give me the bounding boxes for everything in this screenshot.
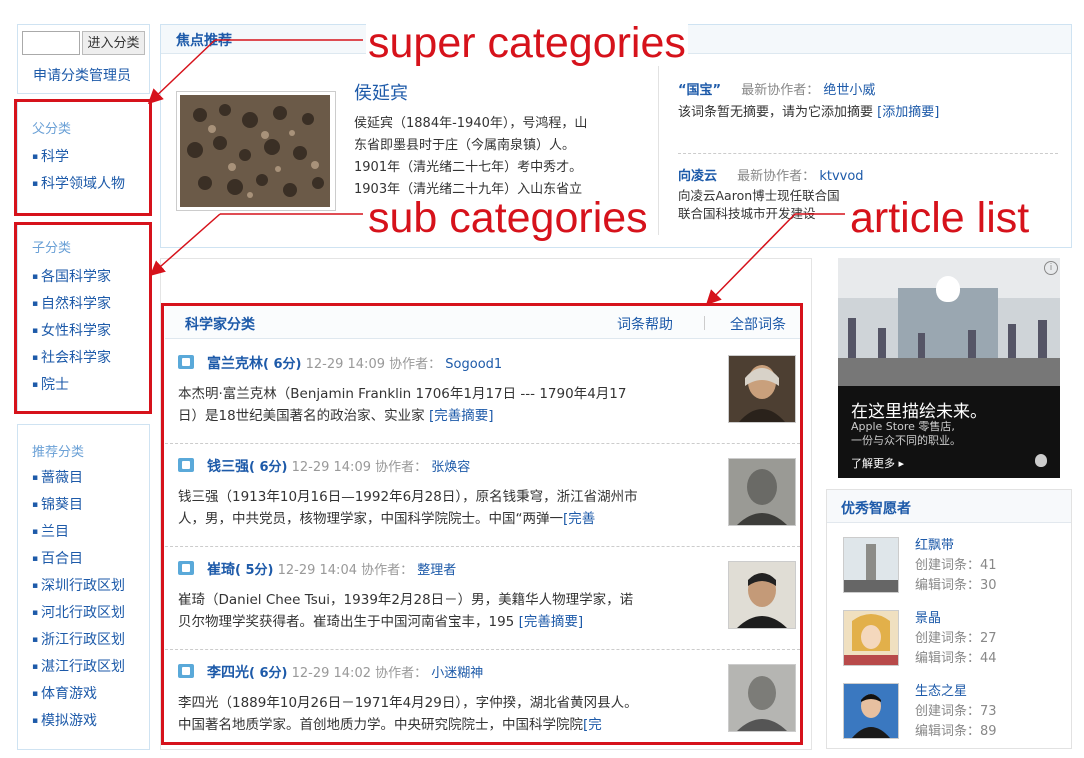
volunteer-name-link[interactable]: 景晶 xyxy=(915,609,997,629)
featured-summary-line: 东省即墨县时于庄（今属南泉镇）人。 xyxy=(354,138,576,153)
collaborator-label: 最新协作者： xyxy=(737,169,816,184)
add-summary-link[interactable]: [添加摘要] xyxy=(877,105,939,120)
created-count: 73 xyxy=(980,704,997,719)
article-list-annotation: article list xyxy=(848,194,1032,242)
volunteer-avatar[interactable] xyxy=(843,537,899,593)
featured-summary-line: 1901年（清光绪二十七年）考中秀才。 xyxy=(354,160,583,175)
super-categories-highlight-box xyxy=(14,99,152,216)
ad-info-icon[interactable]: i xyxy=(1044,261,1058,275)
collaborator-link[interactable]: 绝世小威 xyxy=(823,83,875,98)
ad-learn-more-link[interactable]: 了解更多 ▸ xyxy=(851,455,904,471)
recommended-category-item[interactable]: 深圳行政区划 xyxy=(32,573,125,600)
edited-count: 89 xyxy=(980,724,997,739)
volunteer-name-link[interactable]: 生态之星 xyxy=(915,682,997,702)
sub-categories-highlight-box xyxy=(14,222,152,414)
super-categories-annotation: super categories xyxy=(366,19,688,67)
recommended-category-item[interactable]: 兰目 xyxy=(32,519,125,546)
recommended-category-item[interactable]: 浙江行政区划 xyxy=(32,627,125,654)
volunteers-title: 优秀智愿者 xyxy=(841,501,911,517)
enter-category-button[interactable]: 进入分类 xyxy=(82,31,145,55)
volunteer-avatar[interactable] xyxy=(843,610,899,666)
featured-side-item-title[interactable]: “国宝” xyxy=(678,83,721,98)
apple-store-ad[interactable]: i 在这里描绘未来。 Apple Store 零售店, 一份与众不同的职业。 了… xyxy=(838,258,1060,478)
featured-title: 焦点推荐 xyxy=(176,33,232,49)
featured-side-item-summary: 该词条暂无摘要，请为它添加摘要 [添加摘要] xyxy=(678,105,940,120)
sidebar-search-panel: 进入分类 申请分类管理员 xyxy=(17,24,150,94)
article-list-highlight-box xyxy=(161,303,803,745)
recommended-categories-title: 推荐分类 xyxy=(32,445,85,460)
featured-side-item-title[interactable]: 向凌云 xyxy=(678,169,717,184)
volunteer-info: 景晶 创建词条：27 编辑词条：44 xyxy=(915,609,997,666)
featured-side-item: 向凌云 最新协作者： ktvvod xyxy=(678,165,864,184)
collaborator-link[interactable]: ktvvod xyxy=(819,169,863,184)
ad-subtext: Apple Store 零售店, 一份与众不同的职业。 xyxy=(851,420,961,447)
volunteer-avatar[interactable] xyxy=(843,683,899,739)
category-search-input[interactable] xyxy=(22,31,80,55)
featured-summary-line: 侯延宾（1884年-1940年），号鸿程，山 xyxy=(354,116,588,131)
edited-count: 30 xyxy=(980,578,997,593)
recommended-category-item[interactable]: 锦葵目 xyxy=(32,492,125,519)
recommended-category-item[interactable]: 河北行政区划 xyxy=(32,600,125,627)
recommended-category-item[interactable]: 模拟游戏 xyxy=(32,708,125,735)
ad-headline: 在这里描绘未来。 xyxy=(851,402,987,422)
ad-apple-logo-icon xyxy=(936,276,960,302)
featured-divider xyxy=(658,65,659,235)
recommended-category-item[interactable]: 蔷薇目 xyxy=(32,465,125,492)
featured-side-item: “国宝” 最新协作者： 绝世小威 xyxy=(678,79,875,98)
volunteer-info: 红飘带 创建词条：41 编辑词条：30 xyxy=(915,536,997,593)
featured-photo-frame xyxy=(176,91,336,211)
recommended-categories-list: 蔷薇目 锦葵目 兰目 百合目 深圳行政区划 河北行政区划 浙江行政区划 湛江行政… xyxy=(32,465,125,735)
recommended-category-item[interactable]: 湛江行政区划 xyxy=(32,654,125,681)
ad-apple-small-icon xyxy=(1035,454,1047,467)
volunteer-info: 生态之星 创建词条：73 编辑词条：89 xyxy=(915,682,997,739)
featured-side-item-summary: 向凌云Aaron博士现任联合国 联合国科技城市开发建设 xyxy=(678,188,840,221)
volunteers-panel: 优秀智愿者 红飘带 创建词条：41 编辑词条：30 景晶 创建词条：27 编辑词… xyxy=(826,489,1072,749)
recommended-category-item[interactable]: 体育游戏 xyxy=(32,681,125,708)
featured-main-title[interactable]: 侯延宾 xyxy=(354,79,408,105)
featured-photo-image[interactable] xyxy=(180,95,330,207)
recommended-categories-panel: 推荐分类 蔷薇目 锦葵目 兰目 百合目 深圳行政区划 河北行政区划 浙江行政区划… xyxy=(17,424,150,750)
created-count: 41 xyxy=(980,558,997,573)
apply-admin-link[interactable]: 申请分类管理员 xyxy=(33,65,131,85)
sub-categories-annotation: sub categories xyxy=(366,194,650,242)
collaborator-label: 最新协作者： xyxy=(741,83,820,98)
recommended-category-item[interactable]: 百合目 xyxy=(32,546,125,573)
featured-side-separator xyxy=(678,153,1058,154)
edited-count: 44 xyxy=(980,651,997,666)
created-count: 27 xyxy=(980,631,997,646)
volunteer-name-link[interactable]: 红飘带 xyxy=(915,536,997,556)
